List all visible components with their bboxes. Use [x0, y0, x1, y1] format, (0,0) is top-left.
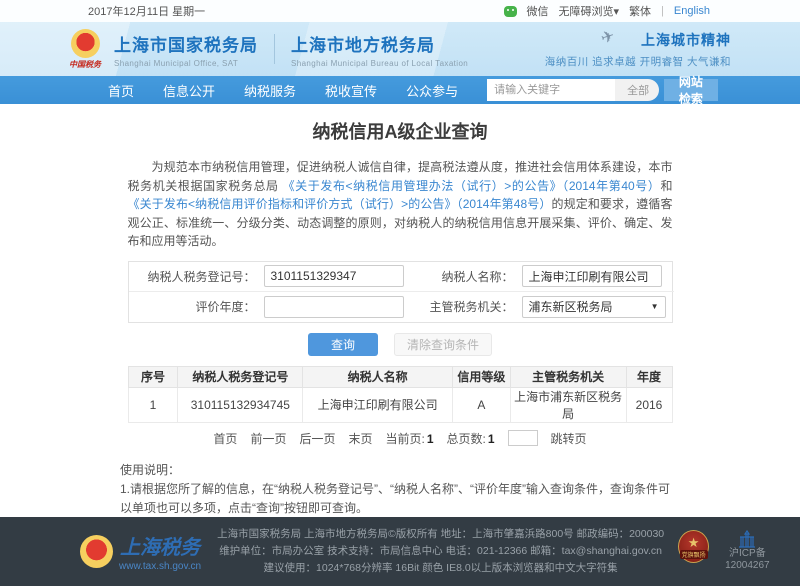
notes-title: 使用说明：	[120, 461, 680, 480]
nav-item-home[interactable]: 首页	[108, 81, 134, 100]
national-emblem-icon	[71, 29, 100, 58]
col-tax-authority: 主管税务机关	[510, 366, 626, 387]
paper-plane-icon: ✈	[598, 25, 617, 48]
local-bureau-name: 上海市地方税务局	[291, 31, 468, 56]
table-row: 1 310115132934745 上海申江印刷有限公司 A 上海市浦东新区税务…	[128, 387, 672, 422]
nav-item-tax-services[interactable]: 纳税服务	[244, 81, 296, 100]
national-office-block: 上海市国家税务局 Shanghai Municipal Office, SAT	[114, 31, 258, 68]
cell-taxpayer-name: 上海申江印刷有限公司	[303, 387, 453, 422]
wechat-link[interactable]: 微信	[527, 3, 549, 19]
divider	[274, 34, 275, 64]
icp-text: 沪ICP备 12004267	[725, 548, 770, 573]
col-credit-rating: 信用等级	[452, 366, 510, 387]
col-reg-number: 纳税人税务登记号	[178, 366, 303, 387]
utility-bar: 2017年12月11日 星期一 微信 无障碍浏览▾ 繁体 | English	[0, 0, 800, 22]
chevron-down-icon: ▾	[614, 6, 620, 18]
results-table: 序号 纳税人税务登记号 纳税人名称 信用等级 主管税务机关 年度 1 31011…	[128, 366, 673, 423]
search-input[interactable]	[487, 79, 615, 101]
accessibility-link[interactable]: 无障碍浏览▾	[559, 3, 620, 19]
local-bureau-block: 上海市地方税务局 Shanghai Municipal Bureau of Lo…	[291, 31, 468, 68]
query-form: 纳税人税务登记号： 纳税人名称： 评价年度： 主管税务机关： 浦东新区税务局 ▼	[128, 261, 673, 323]
taxpayer-reg-label: 纳税人税务登记号：	[129, 262, 264, 292]
evaluation-year-label: 评价年度：	[129, 292, 264, 322]
query-button[interactable]: 查询	[308, 333, 378, 356]
nav-item-public-participation[interactable]: 公众参与	[406, 81, 458, 100]
national-office-name: 上海市国家税务局	[114, 31, 258, 56]
footer-site-name: 上海税务	[120, 531, 200, 560]
clear-conditions-button[interactable]: 清除查询条件	[394, 333, 492, 356]
intro-text: 和	[660, 179, 672, 193]
current-page-indicator: 当前页:1	[385, 430, 433, 447]
col-year: 年度	[626, 366, 672, 387]
pagination: 首页 前一页 后一页 末页 当前页:1 总页数:1 跳转页	[0, 430, 800, 447]
site-banner: 中国税务 上海市国家税务局 Shanghai Municipal Office,…	[0, 22, 800, 76]
col-index: 序号	[128, 366, 178, 387]
cell-year: 2016	[626, 387, 672, 422]
footer-info: 上海市国家税务局 上海市地方税务局©版权所有 地址：上海市肇嘉浜路800号 邮政…	[217, 526, 664, 576]
footer-site-url[interactable]: www.tax.sh.gov.cn	[119, 561, 201, 572]
search-scope-select[interactable]: 全部	[615, 79, 659, 101]
city-spirit-block: ✈ 上海城市精神 海纳百川 追求卓越 开明睿智 大气谦和	[545, 30, 731, 69]
evaluation-year-input[interactable]	[264, 296, 404, 318]
utility-links: 微信 无障碍浏览▾ 繁体 | English	[504, 3, 710, 19]
taxpayer-name-label: 纳税人名称：	[412, 262, 522, 292]
notes-line-1: 1.请根据您所了解的信息，在“纳税人税务登记号”、“纳税人名称”、“评价年度”输…	[120, 480, 680, 517]
site-search-button[interactable]: 网站检索	[664, 79, 718, 101]
last-page-link[interactable]: 末页	[348, 430, 372, 447]
divider: |	[661, 5, 664, 17]
nav-item-info-disclosure[interactable]: 信息公开	[163, 81, 215, 100]
party-badge-icon[interactable]: ★ 党旗飘扬	[678, 530, 709, 563]
taxpayer-reg-input[interactable]	[264, 265, 404, 287]
footer-logo[interactable]: 上海税务 www.tax.sh.gov.cn	[80, 531, 201, 572]
cell-reg-number: 310115132934745	[178, 387, 303, 422]
city-spirit-motto: 海纳百川 追求卓越 开明睿智 大气谦和	[545, 54, 731, 69]
tax-authority-value: 浦东新区税务局	[529, 298, 613, 315]
table-header-row: 序号 纳税人税务登记号 纳税人名称 信用等级 主管税务机关 年度	[128, 366, 672, 387]
total-pages-indicator: 总页数:1	[447, 430, 495, 447]
footer-copyright-line: 上海市国家税务局 上海市地方税务局©版权所有 地址：上海市肇嘉浜路800号 邮政…	[217, 526, 664, 543]
current-date: 2017年12月11日 星期一	[88, 3, 205, 19]
page-title: 纳税信用A级企业查询	[0, 118, 800, 144]
col-taxpayer-name: 纳税人名称	[303, 366, 453, 387]
taxpayer-name-input[interactable]	[522, 265, 662, 287]
icp-registration[interactable]: 沪ICP备 12004267	[725, 530, 770, 573]
emblem-caption: 中国税务	[69, 59, 101, 70]
national-office-subtitle: Shanghai Municipal Office, SAT	[114, 59, 258, 68]
usage-notes: 使用说明： 1.请根据您所了解的信息，在“纳税人税务登记号”、“纳税人名称”、“…	[120, 461, 680, 517]
nav-item-tax-publicity[interactable]: 税收宣传	[325, 81, 377, 100]
wechat-icon[interactable]	[504, 6, 517, 17]
select-caret-icon: ▼	[651, 302, 659, 311]
jump-page-label[interactable]: 跳转页	[551, 430, 587, 447]
site-search: 全部 网站检索	[487, 79, 718, 101]
intro-paragraph: 为规范本市纳税信用管理，促进纳税人诚信自律，提高税法遵从度，推进社会信用体系建设…	[128, 158, 673, 251]
next-page-link[interactable]: 后一页	[299, 430, 335, 447]
icp-monument-icon	[737, 530, 757, 548]
announcement-48-link[interactable]: 《关于发布<纳税信用评价指标和评价方式（试行）>的公告》（2014年第48号）	[128, 197, 552, 211]
party-badge-label: 党旗飘扬	[680, 550, 708, 559]
main-content: 纳税信用A级企业查询 为规范本市纳税信用管理，促进纳税人诚信自律，提高税法遵从度…	[0, 104, 800, 517]
footer-badges: ★ 党旗飘扬 沪ICP备 12004267	[678, 530, 770, 573]
tax-authority-select[interactable]: 浦东新区税务局 ▼	[522, 296, 666, 318]
first-page-link[interactable]: 首页	[213, 430, 237, 447]
jump-page-input[interactable]	[508, 430, 538, 446]
footer-browser-line: 建议使用：1024*768分辨率 16Bit 颜色 IE8.0以上版本浏览器和中…	[217, 560, 664, 577]
announcement-40-link[interactable]: 《关于发布<纳税信用管理办法（试行）>的公告》（2014年第40号）	[283, 179, 661, 193]
cell-tax-authority: 上海市浦东新区税务局	[510, 387, 626, 422]
cell-index: 1	[128, 387, 178, 422]
english-link[interactable]: English	[674, 5, 710, 17]
form-actions: 查询 清除查询条件	[0, 333, 800, 356]
traditional-chinese-link[interactable]: 繁体	[629, 3, 651, 19]
page-footer: 上海税务 www.tax.sh.gov.cn 上海市国家税务局 上海市地方税务局…	[0, 517, 800, 586]
footer-contact-line: 维护单位：市局办公室 技术支持：市局信息中心 电话：021-12366 邮箱：t…	[217, 543, 664, 560]
prev-page-link[interactable]: 前一页	[250, 430, 286, 447]
main-nav: 首页 信息公开 纳税服务 税收宣传 公众参与 全部 网站检索	[0, 76, 800, 104]
tax-emblem-logo: 中国税务	[69, 29, 101, 70]
tax-emblem-icon	[80, 535, 113, 568]
city-spirit-title: 上海城市精神	[641, 30, 731, 50]
tax-authority-label: 主管税务机关：	[412, 292, 522, 322]
cell-credit-rating: A	[452, 387, 510, 422]
local-bureau-subtitle: Shanghai Municipal Bureau of Local Taxat…	[291, 59, 468, 68]
